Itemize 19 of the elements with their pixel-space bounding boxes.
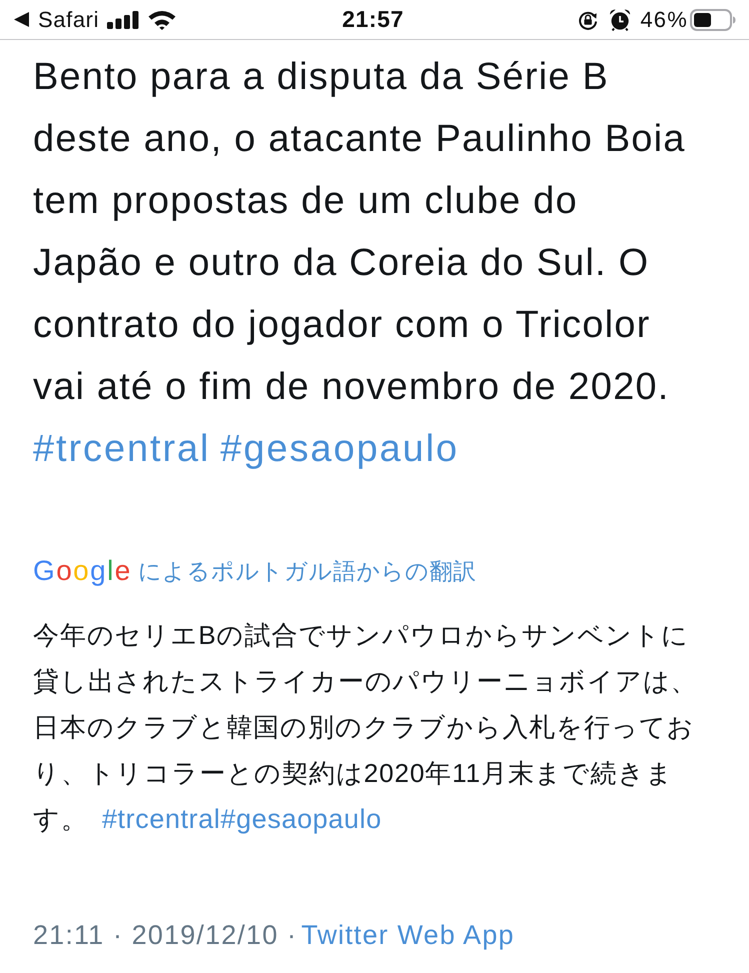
battery-icon (690, 8, 736, 30)
signal-bars-icon (107, 10, 140, 28)
back-triangle-icon (14, 12, 29, 27)
hashtag-link[interactable]: #trcentral (102, 804, 220, 834)
tweet-source-link[interactable]: Twitter Web App (301, 920, 515, 950)
tweet-text: Bento para a disputa da Série B deste ano, o atacante Paulinho Boia tem propostas de um clube do Japão e outro da Coreia do Sul. O contrato do jogador com o Tricolor vai até o fim de novembro de 2020. (33, 55, 687, 410)
provider-logo: Google (33, 554, 132, 588)
translation-credit-link[interactable]: によるポルトガル語からの翻訳 (138, 556, 476, 586)
hashtag-link[interactable]: #gesaopaulo (220, 418, 459, 480)
hashtag-link[interactable]: #gesaopaulo (220, 804, 382, 834)
alarm-clock-icon (609, 8, 632, 30)
translated-text: 今年のセリエBの試合でサンパウロからサンベントに貸し出されたストライカーのパウリーニョボイアは、日本のクラブと韓国の別のクラブから入札を行っており、トリコラーとの契約は2020年11月末まで続きます。 #trcentral#gesaopaulo (33, 619, 699, 836)
battery-percent: 46% (640, 6, 688, 32)
hashtag-link[interactable]: #trcentral (33, 418, 210, 480)
tweet-timestamp: 21:11 · 2019/12/10 · (33, 920, 298, 950)
rotation-lock-icon (578, 10, 598, 30)
back-button[interactable]: Safari (14, 6, 100, 32)
wifi-icon (147, 9, 178, 30)
clock-time: 21:57 (342, 6, 404, 33)
